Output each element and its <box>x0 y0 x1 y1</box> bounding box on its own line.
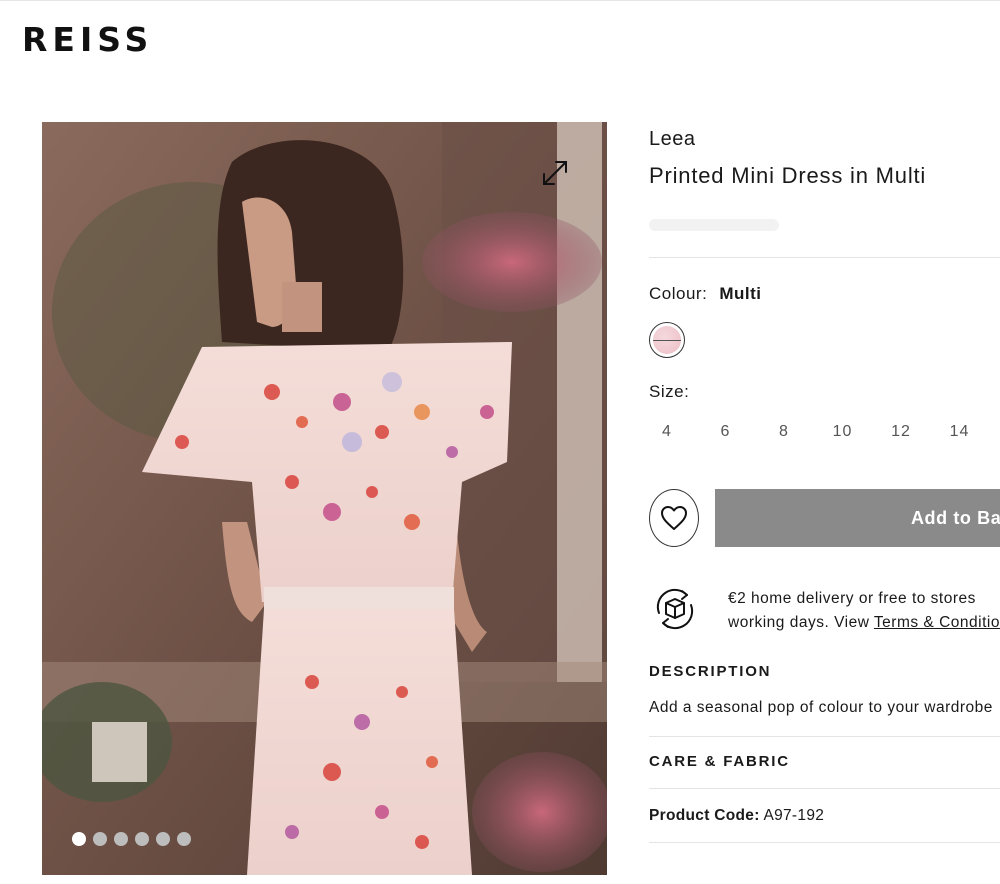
size-option-label: 8 <box>779 423 789 440</box>
product-code-value: A97-192 <box>763 807 825 824</box>
colour-value: Multi <box>719 284 762 303</box>
carousel-dot-4[interactable] <box>135 832 149 846</box>
carousel-dot-2[interactable] <box>93 832 107 846</box>
site-logo[interactable]: REISS <box>22 22 153 58</box>
size-option-4[interactable]: 4 <box>649 420 708 444</box>
colour-swatch-multi[interactable] <box>649 322 685 358</box>
divider <box>649 257 1000 258</box>
delivery-line-1: €2 home delivery or free to stores <box>728 590 976 607</box>
carousel-dot-3[interactable] <box>114 832 128 846</box>
product-title: Printed Mini Dress in Multi <box>649 163 927 188</box>
delivery-text: €2 home delivery or free to stores worki… <box>728 587 1000 635</box>
delivery-line-2-prefix: working days. View <box>728 614 874 631</box>
size-option-label: 10 <box>832 423 853 440</box>
delivery-box-icon <box>656 588 694 630</box>
size-options: 4 6 8 10 12 14 <box>649 420 1000 444</box>
expand-icon <box>543 161 567 185</box>
product-brand: Leea <box>649 128 696 150</box>
size-option-label: 4 <box>662 423 672 440</box>
divider <box>649 736 1000 737</box>
carousel-dot-1[interactable] <box>72 832 86 846</box>
size-option-12[interactable]: 12 <box>883 420 942 444</box>
carousel-dots <box>72 832 191 846</box>
size-option-label: 14 <box>949 423 970 440</box>
size-option-6[interactable]: 6 <box>708 420 767 444</box>
divider <box>649 788 1000 789</box>
product-code-label: Product Code: <box>649 807 760 824</box>
colour-row: Colour: Multi <box>649 282 1000 306</box>
swatch-fill <box>653 326 681 354</box>
heart-icon <box>660 506 687 530</box>
care-fabric-heading[interactable]: CARE & FABRIC <box>649 751 1000 773</box>
size-option-8[interactable]: 8 <box>766 420 825 444</box>
buy-row: Add to Bag <box>649 489 1000 547</box>
size-option-10[interactable]: 10 <box>825 420 884 444</box>
size-option-label: 6 <box>720 423 731 440</box>
size-option-14[interactable]: 14 <box>942 420 1000 444</box>
add-to-bag-button[interactable]: Add to Bag <box>714 489 1000 547</box>
product-details: Leea Printed Mini Dress in Multi Colour:… <box>649 122 1000 882</box>
expand-image-button[interactable] <box>538 156 572 190</box>
carousel-dot-5[interactable] <box>156 832 170 846</box>
colour-label: Colour: <box>649 284 708 303</box>
divider <box>649 842 1000 843</box>
price-placeholder <box>649 219 779 231</box>
delivery-info: €2 home delivery or free to stores worki… <box>649 587 1000 635</box>
size-option-label: 12 <box>891 423 911 440</box>
size-label: Size: <box>649 382 690 401</box>
delivery-line-2: working days. View Terms & Conditions <box>728 611 1000 635</box>
carousel-dot-6[interactable] <box>177 832 191 846</box>
wishlist-button[interactable] <box>649 489 699 547</box>
product-photo <box>42 122 607 875</box>
description-heading[interactable]: DESCRIPTION <box>649 661 1000 683</box>
product-code-row: Product Code: A97-192 <box>649 805 1000 827</box>
terms-link[interactable]: Terms & Conditions <box>874 614 1000 631</box>
description-text: Add a seasonal pop of colour to your war… <box>649 699 993 716</box>
product-image-gallery[interactable] <box>42 122 607 875</box>
top-border <box>0 0 1000 1</box>
